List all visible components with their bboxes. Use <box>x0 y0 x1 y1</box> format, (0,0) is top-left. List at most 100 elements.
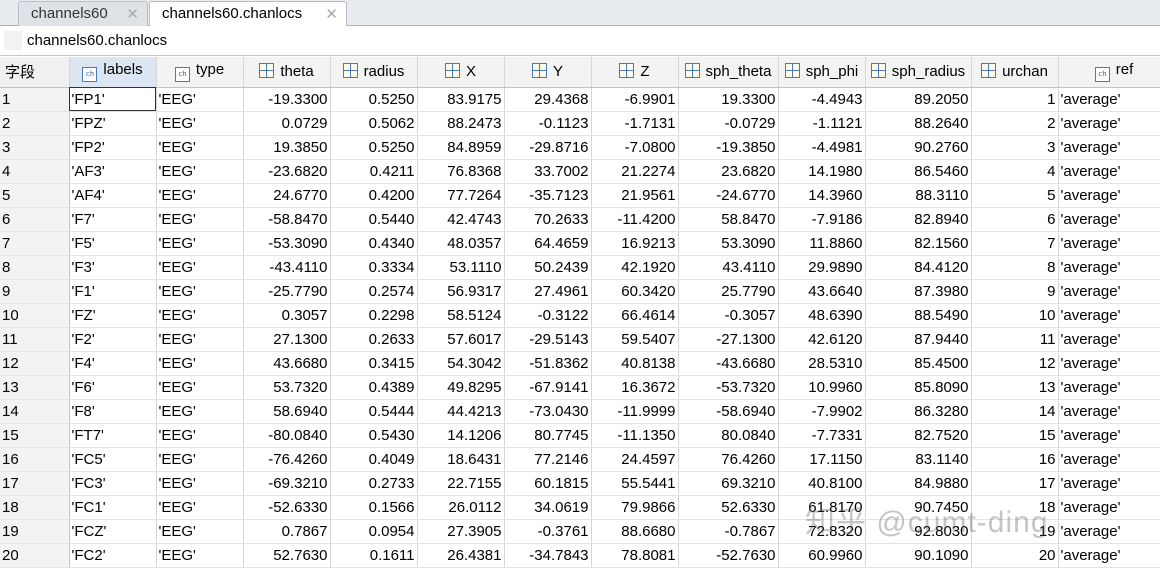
struct-array-grid[interactable]: 字段 ch labels ch type theta radius X Y Zsph_theta… <box>0 57 1160 568</box>
table-cell[interactable]: 14 <box>971 399 1059 424</box>
table-cell[interactable]: 86.5460 <box>865 159 972 184</box>
table-cell[interactable]: 18.6431 <box>417 447 505 472</box>
table-cell[interactable]: 28.5310 <box>778 351 866 376</box>
table-cell[interactable]: 'average' <box>1058 543 1160 568</box>
table-cell[interactable]: 0.1566 <box>330 495 418 520</box>
table-cell[interactable]: -11.9999 <box>591 399 679 424</box>
table-cell[interactable]: 70.2633 <box>504 207 592 232</box>
table-cell[interactable]: -0.1123 <box>504 111 592 136</box>
table-cell[interactable]: 'EEG' <box>156 375 244 400</box>
table-cell[interactable]: 'average' <box>1058 447 1160 472</box>
row-number[interactable]: 7 <box>0 231 70 256</box>
table-cell[interactable]: 78.8081 <box>591 543 679 568</box>
table-cell[interactable]: 56.9317 <box>417 279 505 304</box>
close-icon[interactable]: ✕ <box>126 2 139 26</box>
table-cell[interactable]: 'F6' <box>69 375 157 400</box>
table-cell[interactable]: 'F8' <box>69 399 157 424</box>
table-cell[interactable]: 'average' <box>1058 231 1160 256</box>
row-number[interactable]: 17 <box>0 471 70 496</box>
column-header-3[interactable]: radius <box>330 57 418 88</box>
table-cell[interactable]: 86.3280 <box>865 399 972 424</box>
table-cell[interactable]: 60.1815 <box>504 471 592 496</box>
table-cell[interactable]: -6.9901 <box>591 87 679 112</box>
table-cell[interactable]: -7.7331 <box>778 423 866 448</box>
table-cell[interactable]: 14.3960 <box>778 183 866 208</box>
row-number[interactable]: 19 <box>0 519 70 544</box>
table-cell[interactable]: 'average' <box>1058 399 1160 424</box>
table-cell[interactable]: 19.3300 <box>678 87 779 112</box>
table-cell[interactable]: 'EEG' <box>156 87 244 112</box>
table-cell[interactable]: 40.8138 <box>591 351 679 376</box>
table-cell[interactable]: 'EEG' <box>156 207 244 232</box>
table-cell[interactable]: 88.2640 <box>865 111 972 136</box>
table-cell[interactable]: 16.3672 <box>591 375 679 400</box>
table-cell[interactable]: 44.4213 <box>417 399 505 424</box>
table-cell[interactable]: 82.1560 <box>865 231 972 256</box>
table-cell[interactable]: -29.8716 <box>504 135 592 160</box>
table-cell[interactable]: 0.2733 <box>330 471 418 496</box>
table-cell[interactable]: 42.4743 <box>417 207 505 232</box>
row-number[interactable]: 5 <box>0 183 70 208</box>
table-cell[interactable]: 0.0954 <box>330 519 418 544</box>
table-cell[interactable]: 55.5441 <box>591 471 679 496</box>
table-cell[interactable]: -0.0729 <box>678 111 779 136</box>
row-number[interactable]: 10 <box>0 303 70 328</box>
table-cell[interactable]: -69.3210 <box>243 471 331 496</box>
table-cell[interactable]: 88.3110 <box>865 183 972 208</box>
row-number[interactable]: 13 <box>0 375 70 400</box>
row-number[interactable]: 9 <box>0 279 70 304</box>
table-cell[interactable]: 'EEG' <box>156 447 244 472</box>
table-cell[interactable]: -0.7867 <box>678 519 779 544</box>
table-cell[interactable]: 43.6680 <box>243 351 331 376</box>
table-cell[interactable]: 83.9175 <box>417 87 505 112</box>
row-number[interactable]: 20 <box>0 543 70 568</box>
table-cell[interactable]: 'FP2' <box>69 135 157 160</box>
table-cell[interactable]: 61.8170 <box>778 495 866 520</box>
table-cell[interactable]: 48.6390 <box>778 303 866 328</box>
table-cell[interactable]: 17.1150 <box>778 447 866 472</box>
table-cell[interactable]: 0.4389 <box>330 375 418 400</box>
table-cell[interactable]: 'F3' <box>69 255 157 280</box>
row-number[interactable]: 14 <box>0 399 70 424</box>
table-cell[interactable]: 0.3334 <box>330 255 418 280</box>
table-cell[interactable]: -4.4981 <box>778 135 866 160</box>
table-cell[interactable]: 'EEG' <box>156 495 244 520</box>
table-cell[interactable]: 0.1611 <box>330 543 418 568</box>
table-cell[interactable]: 77.7264 <box>417 183 505 208</box>
table-cell[interactable]: 'average' <box>1058 327 1160 352</box>
table-cell[interactable]: 20 <box>971 543 1059 568</box>
table-cell[interactable]: -7.0800 <box>591 135 679 160</box>
table-cell[interactable]: 58.8470 <box>678 207 779 232</box>
table-cell[interactable]: -19.3850 <box>678 135 779 160</box>
table-cell[interactable]: 'average' <box>1058 351 1160 376</box>
table-cell[interactable]: 18 <box>971 495 1059 520</box>
table-cell[interactable]: 76.8368 <box>417 159 505 184</box>
table-cell[interactable]: 'EEG' <box>156 111 244 136</box>
table-cell[interactable]: 4 <box>971 159 1059 184</box>
table-cell[interactable]: 49.8295 <box>417 375 505 400</box>
table-cell[interactable]: 'EEG' <box>156 543 244 568</box>
table-cell[interactable]: 27.1300 <box>243 327 331 352</box>
table-cell[interactable]: 0.4200 <box>330 183 418 208</box>
column-header-4[interactable]: X <box>417 57 505 88</box>
column-header-7[interactable]: sph_theta <box>678 57 779 88</box>
table-cell[interactable]: 'F4' <box>69 351 157 376</box>
table-cell[interactable]: -11.1350 <box>591 423 679 448</box>
table-cell[interactable]: 42.1920 <box>591 255 679 280</box>
table-cell[interactable]: 53.7320 <box>243 375 331 400</box>
table-cell[interactable]: 12 <box>971 351 1059 376</box>
table-cell[interactable]: -7.9902 <box>778 399 866 424</box>
table-cell[interactable]: -80.0840 <box>243 423 331 448</box>
table-cell[interactable]: -25.7790 <box>243 279 331 304</box>
table-cell[interactable]: 0.5062 <box>330 111 418 136</box>
column-header-2[interactable]: theta <box>243 57 331 88</box>
table-cell[interactable]: 'F5' <box>69 231 157 256</box>
table-cell[interactable]: 'average' <box>1058 183 1160 208</box>
table-cell[interactable]: 77.2146 <box>504 447 592 472</box>
table-cell[interactable]: 14.1980 <box>778 159 866 184</box>
table-cell[interactable]: 'EEG' <box>156 303 244 328</box>
table-cell[interactable]: 17 <box>971 471 1059 496</box>
table-cell[interactable]: -0.3761 <box>504 519 592 544</box>
table-cell[interactable]: 'average' <box>1058 207 1160 232</box>
row-number[interactable]: 2 <box>0 111 70 136</box>
